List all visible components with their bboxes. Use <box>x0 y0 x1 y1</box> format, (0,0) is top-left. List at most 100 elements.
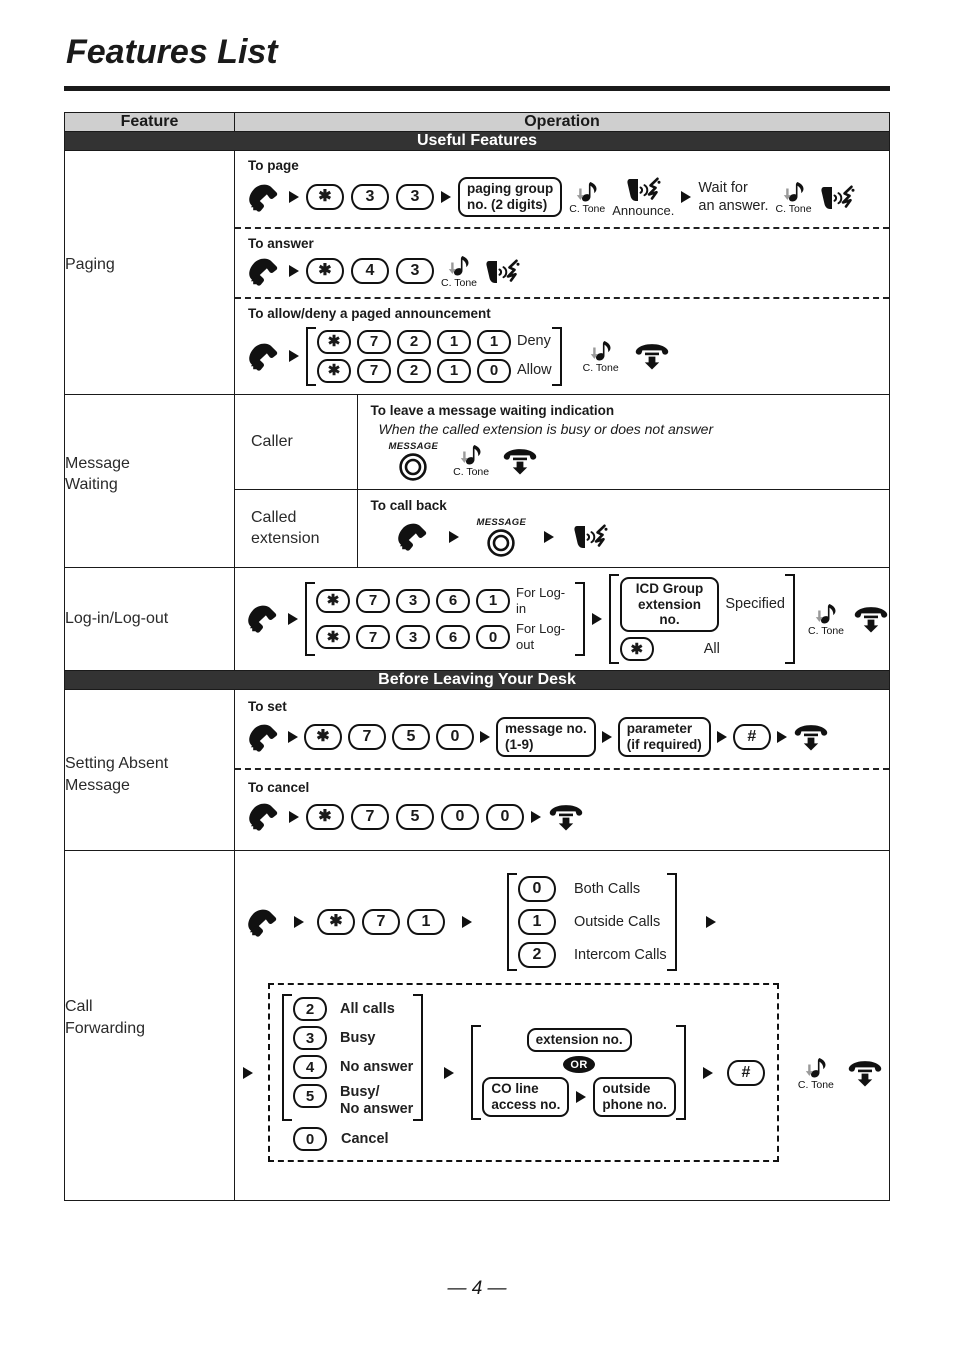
key-6[interactable]: 6 <box>436 625 470 650</box>
key-1[interactable]: 1 <box>437 358 471 383</box>
c-tone-label: C. Tone <box>582 361 619 374</box>
key-1[interactable]: 1 <box>476 588 510 613</box>
announce-group: Announce. <box>612 176 674 219</box>
key-3[interactable]: 3 <box>293 1026 327 1051</box>
key-5[interactable]: 5 <box>392 724 430 751</box>
role-called-extension: Called extension <box>235 489 358 567</box>
key-star[interactable]: ✱ <box>306 258 344 285</box>
key-0a[interactable]: 0 <box>441 803 479 830</box>
icd-group-extension-box[interactable]: ICD Group extension no. <box>619 576 720 633</box>
right-arrow-icon <box>776 731 787 744</box>
all-label: All <box>703 640 720 657</box>
outside-phone-no-box[interactable]: outside phone no. <box>593 1077 676 1118</box>
key-1[interactable]: 1 <box>518 909 556 936</box>
key-star[interactable]: ✱ <box>304 724 342 751</box>
section-band-before-leaving: Before Leaving Your Desk <box>64 670 890 691</box>
key-4[interactable]: 4 <box>293 1055 327 1080</box>
message-button-caption: MESSAGE <box>388 440 439 452</box>
message-button-icon[interactable]: MESSAGE <box>477 517 527 557</box>
allow-label: Allow <box>517 361 552 378</box>
called-extension-title: To call back <box>370 497 447 513</box>
offhook-handset-icon <box>249 343 278 371</box>
title-divider <box>64 86 890 91</box>
key-0b[interactable]: 0 <box>486 803 524 830</box>
paging-to-answer: To answer ✱ 4 3 C. Tone <box>235 229 889 297</box>
right-arrow-icon <box>444 1066 455 1079</box>
key-star[interactable]: ✱ <box>317 329 351 354</box>
music-note-icon <box>577 182 597 202</box>
feature-name-paging: Paging <box>64 150 235 395</box>
hangup-handset-icon <box>549 804 583 831</box>
cf-destination-group: 2 All calls 3 Busy 4 No answer 5 Busy/ N… <box>268 983 779 1163</box>
key-star[interactable]: ✱ <box>306 803 344 830</box>
page-title: Features List <box>66 33 278 71</box>
key-0[interactable]: 0 <box>476 625 510 650</box>
extension-no-box[interactable]: extension no. <box>526 1028 632 1053</box>
cf-mode-label: No answer <box>340 1058 414 1075</box>
key-6[interactable]: 6 <box>436 588 470 613</box>
co-line-access-box[interactable]: CO line access no. <box>482 1077 570 1118</box>
c-tone-label: C. Tone <box>441 276 477 289</box>
key-7[interactable]: 7 <box>351 803 389 830</box>
key-7[interactable]: 7 <box>357 329 391 354</box>
key-3[interactable]: 3 <box>396 625 430 650</box>
confirmation-tone-icon: C. Tone <box>453 443 489 478</box>
key-4[interactable]: 4 <box>351 258 389 285</box>
key-3[interactable]: 3 <box>396 588 430 613</box>
parameter-box[interactable]: parameter (if required) <box>617 717 711 758</box>
confirmation-tone-icon: C. Tone <box>441 254 477 289</box>
message-button-icon[interactable]: MESSAGE <box>389 441 439 481</box>
key-star[interactable]: ✱ <box>317 909 355 936</box>
cf-mode-label: Busy/ No answer <box>340 1084 414 1118</box>
paging-group-box[interactable]: paging group no. (2 digits) <box>458 177 563 218</box>
key-star[interactable]: ✱ <box>316 588 350 613</box>
operation-message-waiting: Caller To leave a message waiting indica… <box>234 393 890 568</box>
key-1[interactable]: 1 <box>407 909 445 936</box>
message-number-box[interactable]: message no. (1-9) <box>496 717 596 758</box>
key-7[interactable]: 7 <box>348 724 386 751</box>
key-2[interactable]: 2 <box>293 997 327 1022</box>
key-1b[interactable]: 1 <box>477 329 511 354</box>
key-0[interactable]: 0 <box>477 358 511 383</box>
key-7[interactable]: 7 <box>357 358 391 383</box>
cf-mode-busy: 3 Busy <box>293 1026 413 1051</box>
cf-modes-column: 2 All calls 3 Busy 4 No answer 5 Busy/ N… <box>282 994 424 1152</box>
key-0[interactable]: 0 <box>436 724 474 751</box>
key-star[interactable]: ✱ <box>619 637 654 662</box>
wait-for-answer-text: Wait for an answer. <box>698 180 769 215</box>
key-7[interactable]: 7 <box>356 588 390 613</box>
key-0[interactable]: 0 <box>518 876 556 903</box>
key-hash[interactable]: # <box>726 1059 765 1086</box>
right-arrow-icon <box>480 731 490 744</box>
key-5[interactable]: 5 <box>293 1084 327 1109</box>
operation-paging: To page ✱ 3 3 paging group no. (2 digits… <box>234 150 890 395</box>
key-7[interactable]: 7 <box>362 909 400 936</box>
key-3a[interactable]: 3 <box>351 184 389 211</box>
key-3[interactable]: 3 <box>396 258 434 285</box>
key-star[interactable]: ✱ <box>317 358 351 383</box>
or-badge: OR <box>563 1056 596 1074</box>
key-0[interactable]: 0 <box>293 1127 327 1152</box>
key-hash[interactable]: # <box>732 724 771 751</box>
key-3b[interactable]: 3 <box>396 184 434 211</box>
specified-row: ICD Group extension no. Specified <box>619 576 785 633</box>
band-label-before-leaving: Before Leaving Your Desk <box>64 670 890 691</box>
cf-mode-label: Busy <box>340 1029 376 1046</box>
key-5[interactable]: 5 <box>396 803 434 830</box>
confirmation-tone-icon: C. Tone <box>569 180 605 215</box>
key-7[interactable]: 7 <box>356 625 390 650</box>
cf-mode-cancel: 0 Cancel <box>282 1127 423 1152</box>
key-star[interactable]: ✱ <box>306 184 344 211</box>
talking-handset-icon <box>573 524 609 550</box>
key-2[interactable]: 2 <box>397 329 431 354</box>
key-2[interactable]: 2 <box>518 942 556 969</box>
key-1[interactable]: 1 <box>437 329 471 354</box>
table-row-log-in-out: Log-in/Log-out ✱ 7 3 6 1 For Log-in ✱ 7 … <box>64 566 890 672</box>
hangup-handset-icon <box>854 607 888 633</box>
paging-to-page-title: To page <box>248 158 299 173</box>
login-label: For Log-in <box>516 585 566 616</box>
key-star[interactable]: ✱ <box>316 625 350 650</box>
key-2[interactable]: 2 <box>397 358 431 383</box>
right-arrow-icon <box>576 1091 587 1104</box>
right-arrow-icon <box>705 916 716 929</box>
